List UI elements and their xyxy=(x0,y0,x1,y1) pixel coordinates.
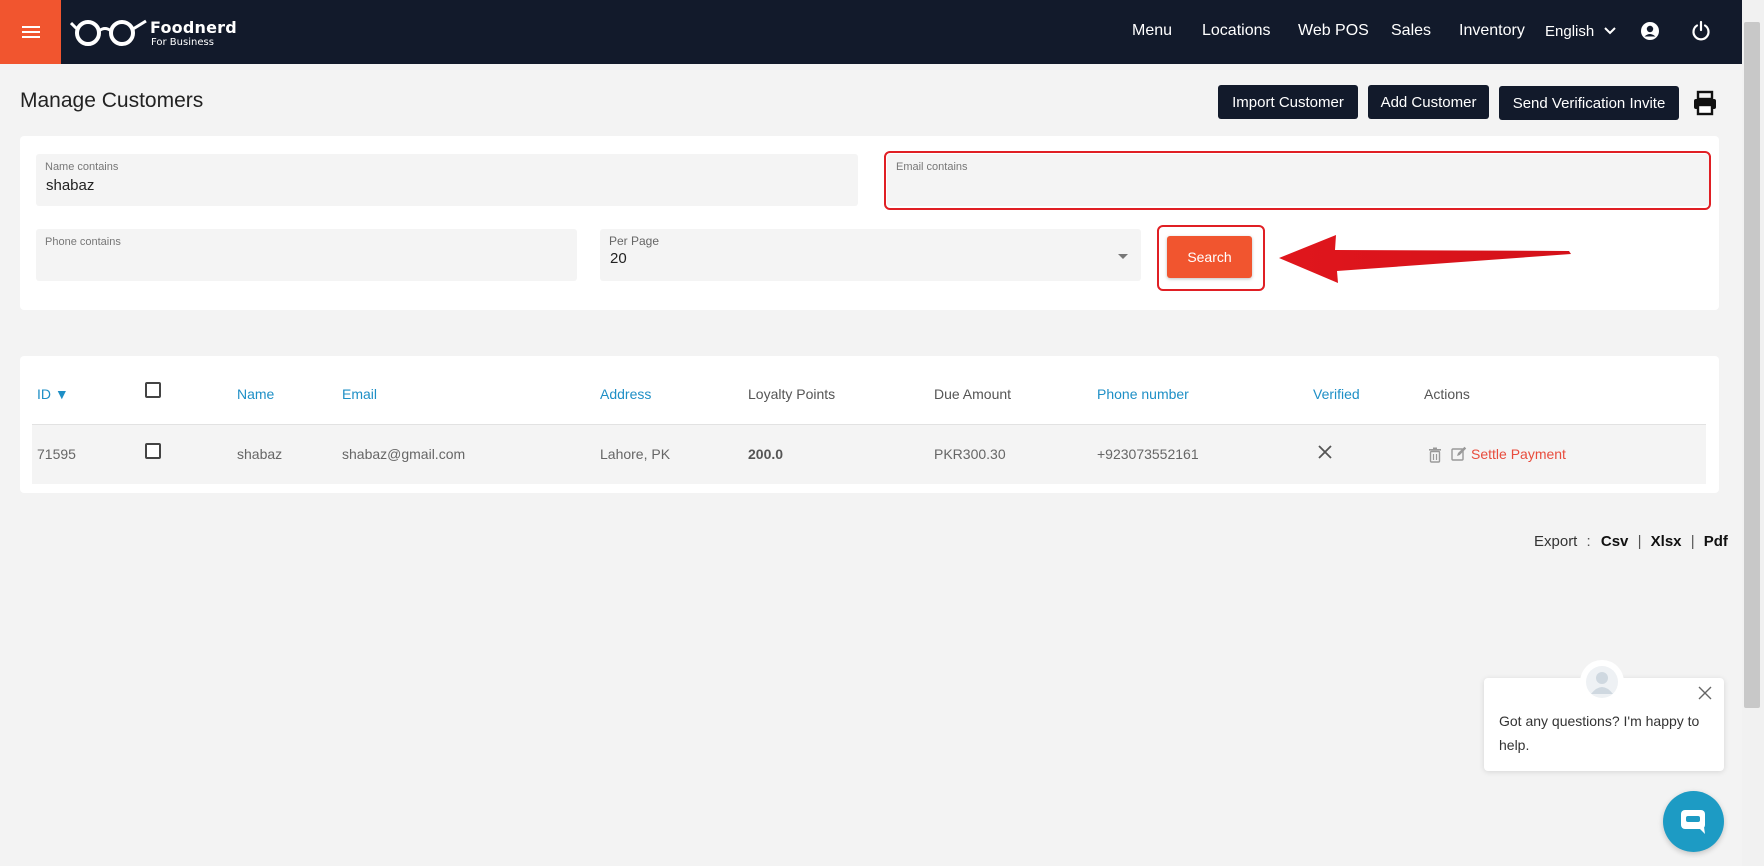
search-button[interactable]: Search xyxy=(1167,236,1252,278)
brand-tagline: For Business xyxy=(151,37,214,48)
cell-loyalty-points: 200.0 xyxy=(748,446,784,462)
col-header-id[interactable]: ID ▼ xyxy=(37,386,69,402)
chat-launcher-button[interactable] xyxy=(1663,791,1724,852)
language-selector[interactable]: English xyxy=(1545,23,1594,40)
export-colon: : xyxy=(1586,533,1591,550)
top-navbar: Foodnerd For Business Menu Locations Web… xyxy=(0,0,1764,64)
annotation-arrow-icon xyxy=(1279,235,1571,283)
add-customer-button[interactable]: Add Customer xyxy=(1368,85,1489,119)
print-icon[interactable] xyxy=(1692,90,1718,116)
per-page-value: 20 xyxy=(610,250,627,267)
send-verification-invite-button[interactable]: Send Verification Invite xyxy=(1499,86,1679,120)
brand-name: Foodnerd xyxy=(150,18,237,37)
nav-web-pos[interactable]: Web POS xyxy=(1298,22,1369,40)
chat-bubble-icon xyxy=(1680,809,1705,834)
name-filter-field[interactable]: Name contains shabaz xyxy=(36,154,858,206)
menu-toggle-button[interactable] xyxy=(0,0,61,64)
col-header-email[interactable]: Email xyxy=(342,386,377,402)
hamburger-icon xyxy=(21,26,40,38)
page-title: Manage Customers xyxy=(20,89,204,112)
cell-id: 71595 xyxy=(37,446,76,462)
col-header-name[interactable]: Name xyxy=(237,386,274,402)
per-page-select[interactable]: Per Page 20 xyxy=(600,229,1141,281)
col-header-address[interactable]: Address xyxy=(600,386,651,402)
phone-filter-field[interactable]: Phone contains xyxy=(36,229,577,281)
nav-locations[interactable]: Locations xyxy=(1202,22,1271,40)
chat-close-icon[interactable] xyxy=(1698,686,1712,700)
cell-name: shabaz xyxy=(237,446,283,462)
agent-avatar-icon xyxy=(1586,666,1618,698)
export-divider: | xyxy=(1637,533,1642,550)
chat-agent-avatar xyxy=(1580,660,1624,704)
settle-payment-link[interactable]: Settle Payment xyxy=(1471,446,1566,462)
name-filter-label: Name contains xyxy=(45,161,119,173)
phone-filter-label: Phone contains xyxy=(45,236,121,248)
export-bar: Export : Csv | Xlsx | Pdf xyxy=(1534,533,1728,550)
export-xlsx-link[interactable]: Xlsx xyxy=(1651,533,1682,550)
not-verified-x-icon xyxy=(1318,445,1332,459)
select-all-checkbox[interactable] xyxy=(145,382,161,398)
cell-phone: +923073552161 xyxy=(1097,446,1199,462)
nav-sales[interactable]: Sales xyxy=(1391,22,1431,40)
col-header-loyalty-points: Loyalty Points xyxy=(748,386,836,402)
row-select-checkbox[interactable] xyxy=(145,443,161,459)
power-logout-icon[interactable] xyxy=(1690,20,1712,42)
cell-due-amount: PKR300.30 xyxy=(934,446,1006,462)
nav-inventory[interactable]: Inventory xyxy=(1459,22,1525,40)
col-header-phone[interactable]: Phone number xyxy=(1097,386,1189,402)
scrollbar-thumb[interactable] xyxy=(1744,22,1760,708)
name-filter-input[interactable]: shabaz xyxy=(46,177,94,194)
dropdown-caret-icon xyxy=(1118,254,1128,259)
phone-filter-input[interactable] xyxy=(46,251,533,268)
cell-email: shabaz@gmail.com xyxy=(342,446,466,462)
export-pdf-link[interactable]: Pdf xyxy=(1704,533,1728,550)
glasses-logo-icon xyxy=(70,19,147,46)
col-header-actions: Actions xyxy=(1424,386,1470,402)
nav-menu[interactable]: Menu xyxy=(1132,22,1172,40)
export-csv-link[interactable]: Csv xyxy=(1601,533,1629,550)
per-page-label: Per Page xyxy=(609,234,660,248)
email-field-highlight xyxy=(884,151,1711,210)
import-customer-button[interactable]: Import Customer xyxy=(1218,85,1358,119)
export-label: Export xyxy=(1534,533,1578,550)
brand-logo[interactable]: Foodnerd For Business xyxy=(70,17,237,49)
export-divider: | xyxy=(1690,533,1695,550)
edit-icon[interactable] xyxy=(1451,446,1467,462)
trash-icon[interactable] xyxy=(1428,447,1442,463)
col-header-due-amount: Due Amount xyxy=(934,386,1012,402)
user-account-icon[interactable] xyxy=(1640,21,1660,41)
col-header-verified[interactable]: Verified xyxy=(1313,386,1360,402)
chevron-down-icon[interactable] xyxy=(1603,24,1617,38)
cell-address: Lahore, PK xyxy=(600,446,671,462)
chat-message: Got any questions? I'm happy to help. xyxy=(1499,713,1700,753)
